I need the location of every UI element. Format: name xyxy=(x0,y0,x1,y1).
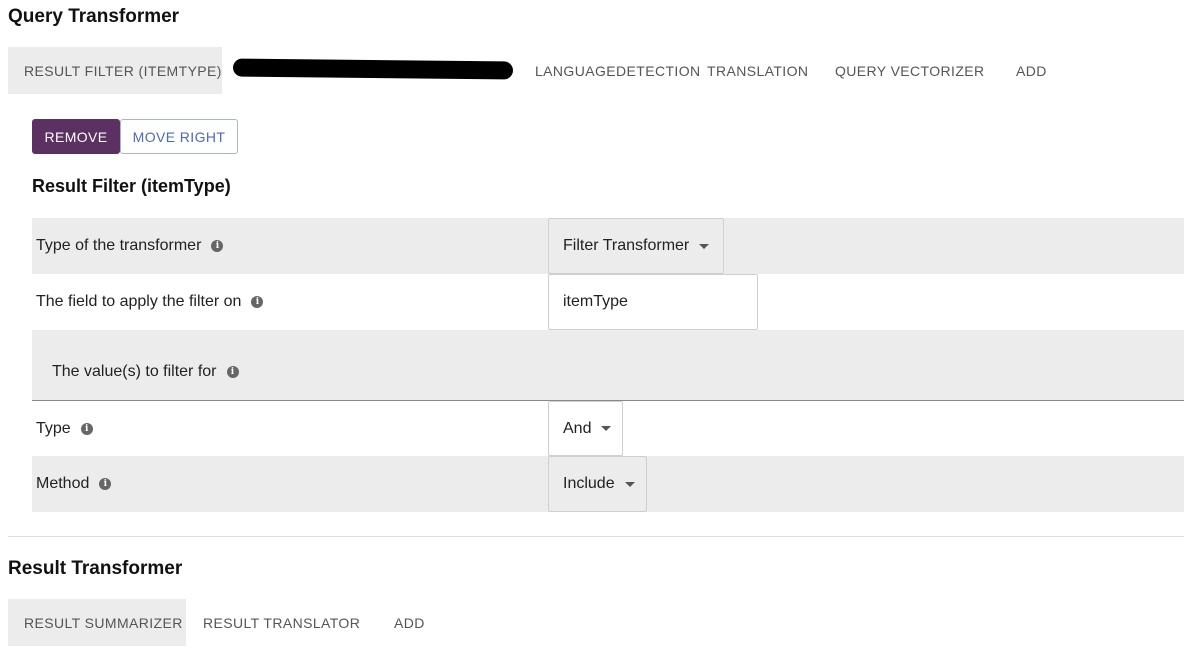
filter-values-label: The value(s) to filter for xyxy=(52,363,217,380)
row-method: Method i Include xyxy=(32,456,1184,512)
type-of-transformer-label: Type of the transformer xyxy=(36,237,202,254)
type-label: Type xyxy=(36,419,71,437)
type-value: And xyxy=(563,419,592,437)
method-label: Method xyxy=(36,475,90,492)
caret-down-icon xyxy=(601,426,612,431)
result-transformer-title: Result Transformer xyxy=(8,558,183,579)
query-transformer-title: Query Transformer xyxy=(8,6,180,27)
filter-field-input[interactable]: itemType xyxy=(548,274,758,330)
method-value: Include xyxy=(563,475,615,492)
row-label: Type i xyxy=(36,420,93,438)
row-label: The value(s) to filter for i xyxy=(52,363,239,381)
panel-title: Result Filter (itemType) xyxy=(32,176,231,196)
move-right-button[interactable]: MOVE RIGHT xyxy=(120,119,238,154)
row-type: Type i And xyxy=(32,401,1184,456)
row-label: Type of the transformer i xyxy=(36,237,224,255)
tab-add-result-transformer[interactable]: ADD xyxy=(377,599,437,646)
result-transformer-tabs: RESULT SUMMARIZER RESULT TRANSLATOR ADD xyxy=(8,599,437,646)
row-label: The field to apply the filter on i xyxy=(36,293,264,311)
caret-down-icon xyxy=(624,481,635,487)
info-icon[interactable]: i xyxy=(226,366,239,378)
info-icon[interactable]: i xyxy=(251,296,264,308)
tab-result-summarizer[interactable]: RESULT SUMMARIZER xyxy=(8,599,186,646)
remove-button[interactable]: REMOVE xyxy=(32,119,120,154)
redaction-mark xyxy=(232,58,514,80)
tab-add-query-transformer[interactable]: ADD xyxy=(1016,47,1076,94)
tab-result-filter-itemtype[interactable]: RESULT FILTER (ITEMTYPE) xyxy=(8,47,222,94)
row-filter-values[interactable]: The value(s) to filter for i xyxy=(32,330,1184,400)
section-divider xyxy=(8,536,1184,537)
caret-down-icon xyxy=(699,243,710,249)
transformer-type-select[interactable]: Filter Transformer xyxy=(548,218,724,274)
row-label: Method i xyxy=(36,475,112,493)
filter-field-value: itemType xyxy=(563,293,628,310)
tab-languagedetection[interactable]: LANGUAGEDETECTION xyxy=(522,47,707,94)
tab-query-vectorizer[interactable]: QUERY VECTORIZER xyxy=(835,47,1016,94)
type-select[interactable]: And xyxy=(548,401,623,456)
row-type-of-transformer: Type of the transformer i Filter Transfo… xyxy=(32,218,1184,274)
info-icon[interactable]: i xyxy=(99,478,112,490)
row-filter-field: The field to apply the filter on i itemT… xyxy=(32,274,1184,330)
method-select[interactable]: Include xyxy=(548,456,647,512)
query-transformer-tabs: RESULT FILTER (ITEMTYPE) LANGUAGEDETECTI… xyxy=(8,47,1076,94)
info-icon[interactable]: i xyxy=(211,240,224,252)
transformer-type-value: Filter Transformer xyxy=(563,237,690,254)
info-icon[interactable]: i xyxy=(80,422,93,435)
tab-result-translator[interactable]: RESULT TRANSLATOR xyxy=(186,599,377,646)
filter-field-label: The field to apply the filter on xyxy=(36,293,242,310)
tab-translation[interactable]: TRANSLATION xyxy=(707,47,835,94)
